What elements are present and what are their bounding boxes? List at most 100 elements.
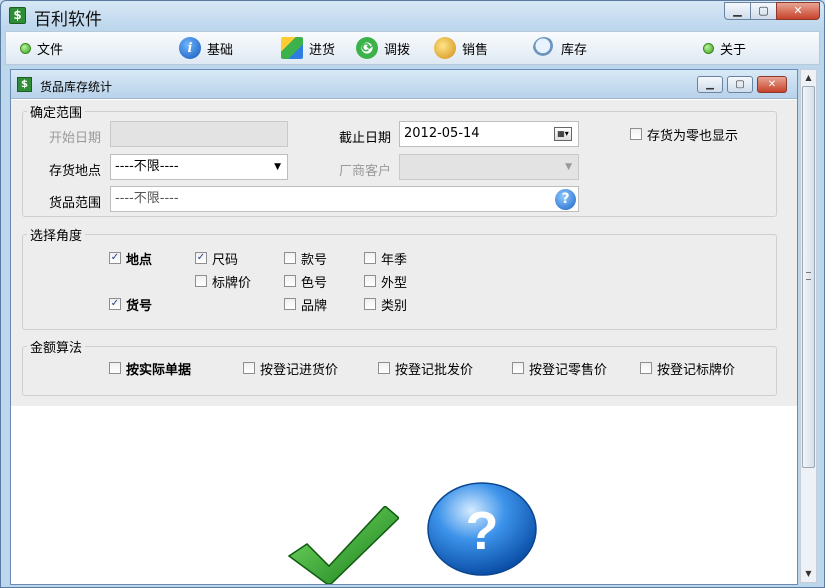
- end-date-label: 截止日期: [339, 131, 392, 146]
- cubes-icon: [281, 37, 303, 59]
- stock-report-window: $ 货品库存统计 ▁ ▢ ✕ 确定范围 开始日期 截止日期 2012-05-14…: [10, 69, 798, 585]
- angle-season-checkbox[interactable]: 年季: [364, 250, 408, 268]
- child-window-title: 货品库存统计: [40, 80, 113, 94]
- menu-label: 调拨: [384, 42, 411, 58]
- menu-item-basic[interactable]: i 基础: [179, 32, 233, 64]
- menu-label: 销售: [462, 42, 489, 58]
- angle-location-label: 地点: [126, 252, 153, 268]
- calendar-icon[interactable]: ▦▾: [554, 127, 572, 141]
- menu-label: 基础: [207, 42, 234, 58]
- checkbox-box: [109, 362, 121, 374]
- menu-item-sales[interactable]: 销售: [434, 32, 488, 64]
- maximize-button[interactable]: ▢: [750, 2, 777, 20]
- location-select[interactable]: ----不限---- ▼: [110, 154, 288, 180]
- checkbox-box: ✓: [109, 252, 121, 264]
- main-window: $ 百利软件 ▁ ▢ ✕ 文件 i 基础 进货 ⟳ 调拨 销售 库存 关于 $ …: [0, 0, 825, 588]
- menu-label: 库存: [561, 42, 588, 58]
- refresh-arrows-icon: ⟳: [356, 37, 378, 59]
- amount-retail-checkbox[interactable]: 按登记零售价: [512, 360, 608, 378]
- checkbox-box: ✓: [109, 298, 121, 310]
- amount-group-legend: 金额算法: [30, 341, 83, 356]
- checkbox-box: [378, 362, 390, 374]
- angle-shape-label: 外型: [381, 275, 408, 291]
- angle-category-checkbox[interactable]: 类别: [364, 296, 408, 314]
- amount-purchase-checkbox[interactable]: 按登记进货价: [243, 360, 339, 378]
- vertical-scrollbar[interactable]: ▲ ▼: [800, 69, 817, 583]
- amount-tag-label: 按登记标牌价: [657, 362, 736, 378]
- checkbox-box: [640, 362, 652, 374]
- scroll-up-arrow-icon[interactable]: ▲: [801, 70, 816, 86]
- angle-style-no-label: 款号: [301, 252, 328, 268]
- range-group-legend: 确定范围: [30, 106, 83, 121]
- coins-icon: [434, 37, 456, 59]
- minimize-button[interactable]: ▁: [724, 2, 751, 20]
- angle-season-label: 年季: [381, 252, 408, 268]
- angle-style-no-checkbox[interactable]: 款号: [284, 250, 328, 268]
- amount-tag-checkbox[interactable]: 按登记标牌价: [640, 360, 736, 378]
- checkbox-box: [364, 298, 376, 310]
- menu-item-stock[interactable]: 库存: [533, 32, 587, 64]
- green-dot-icon: [703, 42, 714, 54]
- checkbox-box: [512, 362, 524, 374]
- scroll-down-arrow-icon[interactable]: ▼: [801, 566, 816, 582]
- goods-range-field[interactable]: ----不限---- ?: [110, 186, 579, 212]
- angle-brand-checkbox[interactable]: 品牌: [284, 296, 327, 314]
- checkbox-box: [284, 275, 296, 287]
- amount-actual-checkbox[interactable]: 按实际单据: [109, 360, 192, 378]
- dollar-app-icon: $: [9, 7, 26, 24]
- amount-retail-label: 按登记零售价: [529, 362, 608, 378]
- amount-wholesale-label: 按登记批发价: [395, 362, 474, 378]
- scroll-thumb[interactable]: [802, 86, 815, 468]
- vendor-label: 厂商客户: [339, 164, 392, 179]
- start-date-field: [110, 121, 288, 147]
- help-icon[interactable]: ?: [555, 189, 576, 210]
- goods-range-value: ----不限----: [115, 191, 179, 206]
- angle-category-label: 类别: [381, 298, 408, 314]
- dropdown-arrow-icon: ▼: [274, 162, 281, 172]
- action-area: ?: [11, 406, 797, 584]
- amount-wholesale-checkbox[interactable]: 按登记批发价: [378, 360, 474, 378]
- angle-size-checkbox[interactable]: ✓ 尺码: [195, 250, 239, 268]
- app-title: 百利软件: [34, 10, 102, 30]
- vendor-select: ▼: [399, 154, 579, 180]
- angle-tag-price-checkbox[interactable]: 标牌价: [195, 273, 252, 291]
- child-close-button[interactable]: ✕: [757, 76, 787, 93]
- magnifier-icon: [533, 37, 555, 59]
- close-button[interactable]: ✕: [776, 2, 820, 20]
- checkbox-box: [243, 362, 255, 374]
- help-bubble-icon[interactable]: ?: [426, 481, 538, 581]
- zero-stock-checkbox[interactable]: 存货为零也显示: [630, 126, 739, 144]
- menu-label: 文件: [37, 42, 64, 58]
- checkbox-box: [364, 252, 376, 264]
- checkbox-box: [195, 275, 207, 287]
- end-date-picker[interactable]: 2012-05-14 ▦▾: [399, 121, 579, 147]
- angle-tag-price-label: 标牌价: [212, 275, 252, 291]
- checkbox-box: [284, 252, 296, 264]
- checkbox-box: [364, 275, 376, 287]
- menu-item-transfer[interactable]: ⟳ 调拨: [356, 32, 410, 64]
- confirm-check-icon[interactable]: [287, 506, 399, 584]
- angle-location-checkbox[interactable]: ✓ 地点: [109, 250, 153, 268]
- info-icon: i: [179, 37, 201, 59]
- green-dot-icon: [20, 42, 31, 54]
- zero-stock-label: 存货为零也显示: [647, 128, 739, 144]
- angle-shape-checkbox[interactable]: 外型: [364, 273, 408, 291]
- angle-color-no-checkbox[interactable]: 色号: [284, 273, 328, 291]
- checkbox-box: ✓: [195, 252, 207, 264]
- menu-item-file[interactable]: 文件: [20, 32, 63, 64]
- angle-item-no-label: 货号: [126, 298, 153, 314]
- menu-bar: 文件 i 基础 进货 ⟳ 调拨 销售 库存 关于: [5, 31, 820, 65]
- angle-size-label: 尺码: [212, 252, 239, 268]
- grip-icon: [806, 272, 811, 280]
- window-controls: ▁ ▢ ✕: [724, 2, 820, 20]
- child-minimize-button[interactable]: ▁: [697, 76, 723, 93]
- menu-item-purchase[interactable]: 进货: [281, 32, 335, 64]
- amount-actual-label: 按实际单据: [126, 362, 192, 378]
- child-window-controls: ▁ ▢ ✕: [693, 76, 787, 93]
- location-label: 存货地点: [49, 164, 102, 179]
- angle-color-no-label: 色号: [301, 275, 328, 291]
- child-maximize-button[interactable]: ▢: [727, 76, 753, 93]
- amount-purchase-label: 按登记进货价: [260, 362, 339, 378]
- angle-item-no-checkbox[interactable]: ✓ 货号: [109, 296, 153, 314]
- menu-item-about[interactable]: 关于: [703, 32, 746, 64]
